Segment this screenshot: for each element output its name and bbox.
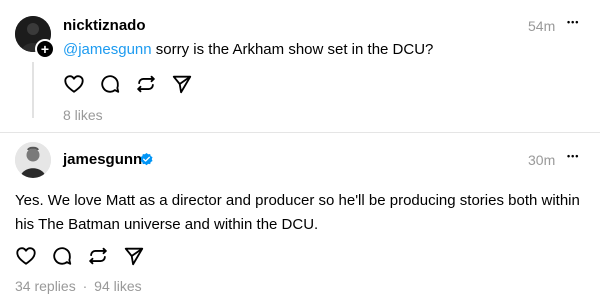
username[interactable]: nicktiznado	[63, 17, 146, 34]
post-body: Yes. We love Matt as a director and prod…	[15, 192, 580, 233]
send-icon[interactable]	[171, 73, 193, 95]
post-body: sorry is the Arkham show set in the DCU?	[151, 41, 434, 58]
post-divider	[0, 132, 600, 133]
timestamp[interactable]: 54m	[528, 18, 555, 34]
more-icon[interactable]: •••	[567, 151, 579, 161]
mention-link[interactable]: @jamesgunn	[63, 41, 152, 58]
follow-plus-icon[interactable]: +	[35, 39, 55, 59]
username[interactable]: jamesgunn	[63, 151, 142, 168]
thread-line	[32, 62, 34, 118]
separator: ·	[82, 278, 88, 294]
likes-count[interactable]: 94 likes	[94, 278, 141, 294]
more-icon[interactable]: •••	[567, 17, 579, 27]
verified-badge-icon	[139, 152, 154, 167]
engagement-counts: 34 replies · 94 likes	[15, 278, 142, 294]
post-text: @jamesgunn sorry is the Arkham show set …	[63, 38, 433, 62]
heart-icon[interactable]	[15, 245, 37, 267]
likes-count[interactable]: 8 likes	[63, 107, 103, 123]
send-icon[interactable]	[123, 245, 145, 267]
repost-icon[interactable]	[87, 245, 109, 267]
avatar[interactable]	[15, 142, 51, 178]
replies-count[interactable]: 34 replies	[15, 278, 76, 294]
comment-icon[interactable]	[99, 73, 121, 95]
repost-icon[interactable]	[135, 73, 157, 95]
heart-icon[interactable]	[63, 73, 85, 95]
comment-icon[interactable]	[51, 245, 73, 267]
timestamp[interactable]: 30m	[528, 152, 555, 168]
